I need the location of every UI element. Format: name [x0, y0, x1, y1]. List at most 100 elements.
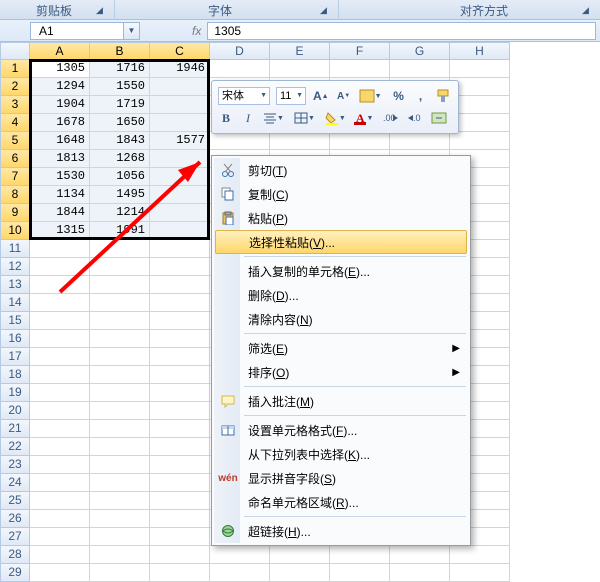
merge-center-icon[interactable]	[430, 109, 448, 127]
cell[interactable]	[30, 474, 90, 492]
formula-bar[interactable]: 1305	[207, 22, 596, 40]
cell[interactable]	[150, 78, 210, 96]
cell[interactable]	[210, 564, 270, 582]
cell[interactable]: 1214	[90, 204, 150, 222]
cell[interactable]	[150, 456, 210, 474]
menu-paste[interactable]: 粘贴(P)	[214, 206, 468, 230]
cell[interactable]	[150, 114, 210, 132]
cell[interactable]	[30, 528, 90, 546]
row-header[interactable]: 18	[0, 366, 30, 384]
row-header[interactable]: 21	[0, 420, 30, 438]
cell[interactable]	[30, 276, 90, 294]
cell[interactable]	[150, 150, 210, 168]
row-header[interactable]: 14	[0, 294, 30, 312]
menu-delete[interactable]: 删除(D)...	[214, 283, 468, 307]
cell[interactable]	[210, 546, 270, 564]
cell[interactable]: 1495	[90, 186, 150, 204]
cell[interactable]	[150, 312, 210, 330]
row-header[interactable]: 11	[0, 240, 30, 258]
borders-icon[interactable]: ▼	[293, 109, 318, 127]
font-color-icon[interactable]: A▼	[355, 109, 377, 127]
menu-cut[interactable]: 剪切(T)	[214, 158, 468, 182]
cell[interactable]	[90, 492, 150, 510]
fx-icon[interactable]: fx	[192, 24, 201, 38]
cell[interactable]	[450, 60, 510, 78]
menu-sort[interactable]: 排序(O) ▶	[214, 360, 468, 384]
row-header[interactable]: 2	[0, 78, 30, 96]
align-center-icon[interactable]: ▼	[262, 109, 287, 127]
cell[interactable]	[390, 60, 450, 78]
cell[interactable]	[90, 420, 150, 438]
row-header[interactable]: 9	[0, 204, 30, 222]
cell[interactable]	[90, 294, 150, 312]
cell[interactable]	[90, 240, 150, 258]
cell[interactable]	[330, 132, 390, 150]
row-header[interactable]: 4	[0, 114, 30, 132]
cell[interactable]	[90, 366, 150, 384]
column-header[interactable]: C	[150, 42, 210, 60]
column-header[interactable]: A	[30, 42, 90, 60]
cell[interactable]	[150, 420, 210, 438]
row-header[interactable]: 6	[0, 150, 30, 168]
row-header[interactable]: 15	[0, 312, 30, 330]
cell[interactable]	[450, 78, 510, 96]
cell[interactable]	[30, 366, 90, 384]
column-header[interactable]: H	[450, 42, 510, 60]
cell[interactable]: 1305	[30, 60, 90, 78]
cell[interactable]: 1844	[30, 204, 90, 222]
grow-font-icon[interactable]: A▲	[312, 87, 330, 105]
menu-filter[interactable]: 筛选(E) ▶	[214, 336, 468, 360]
cell[interactable]	[30, 258, 90, 276]
comma-style-icon[interactable]: ,	[413, 87, 429, 105]
cell[interactable]: 1056	[90, 168, 150, 186]
column-header[interactable]: D	[210, 42, 270, 60]
fill-color-icon[interactable]: ▼	[324, 109, 349, 127]
row-header[interactable]: 7	[0, 168, 30, 186]
dialog-launcher-icon[interactable]: ◢	[320, 5, 327, 16]
cell[interactable]	[150, 294, 210, 312]
row-header[interactable]: 1	[0, 60, 30, 78]
row-header[interactable]: 3	[0, 96, 30, 114]
menu-insert-copied-cells[interactable]: 插入复制的单元格(E)...	[214, 259, 468, 283]
menu-insert-comment[interactable]: 插入批注(M)	[214, 389, 468, 413]
cell[interactable]	[330, 546, 390, 564]
cell[interactable]	[150, 474, 210, 492]
column-header[interactable]: F	[330, 42, 390, 60]
cell[interactable]	[30, 348, 90, 366]
cell[interactable]	[30, 510, 90, 528]
menu-clear-contents[interactable]: 清除内容(N)	[214, 307, 468, 331]
cell[interactable]	[150, 546, 210, 564]
cell[interactable]	[390, 132, 450, 150]
percent-icon[interactable]: %	[391, 87, 407, 105]
cell[interactable]: 1294	[30, 78, 90, 96]
cell[interactable]	[150, 528, 210, 546]
dialog-launcher-icon[interactable]: ◢	[582, 5, 589, 16]
cell[interactable]	[150, 276, 210, 294]
cell[interactable]	[150, 258, 210, 276]
select-all-corner[interactable]	[0, 42, 30, 60]
cell[interactable]	[390, 564, 450, 582]
cell[interactable]	[30, 420, 90, 438]
cell[interactable]	[150, 186, 210, 204]
cell[interactable]	[30, 456, 90, 474]
row-header[interactable]: 12	[0, 258, 30, 276]
cell[interactable]	[150, 330, 210, 348]
row-headers[interactable]: 1234567891011121314151617181920212223242…	[0, 60, 30, 582]
row-header[interactable]: 29	[0, 564, 30, 582]
row-header[interactable]: 24	[0, 474, 30, 492]
cell[interactable]: 1678	[30, 114, 90, 132]
cell[interactable]	[90, 330, 150, 348]
shrink-font-icon[interactable]: A▼	[336, 87, 352, 105]
chevron-down-icon[interactable]: ▼	[260, 88, 269, 104]
menu-copy[interactable]: 复制(C)	[214, 182, 468, 206]
cell[interactable]	[270, 564, 330, 582]
cell[interactable]	[90, 348, 150, 366]
row-header[interactable]: 10	[0, 222, 30, 240]
cell[interactable]: 1843	[90, 132, 150, 150]
cell[interactable]: 1991	[90, 222, 150, 240]
cell[interactable]	[330, 60, 390, 78]
dialog-launcher-icon[interactable]: ◢	[96, 5, 103, 16]
row-header[interactable]: 5	[0, 132, 30, 150]
cell[interactable]	[150, 168, 210, 186]
menu-define-name[interactable]: 命名单元格区域(R)...	[214, 490, 468, 514]
